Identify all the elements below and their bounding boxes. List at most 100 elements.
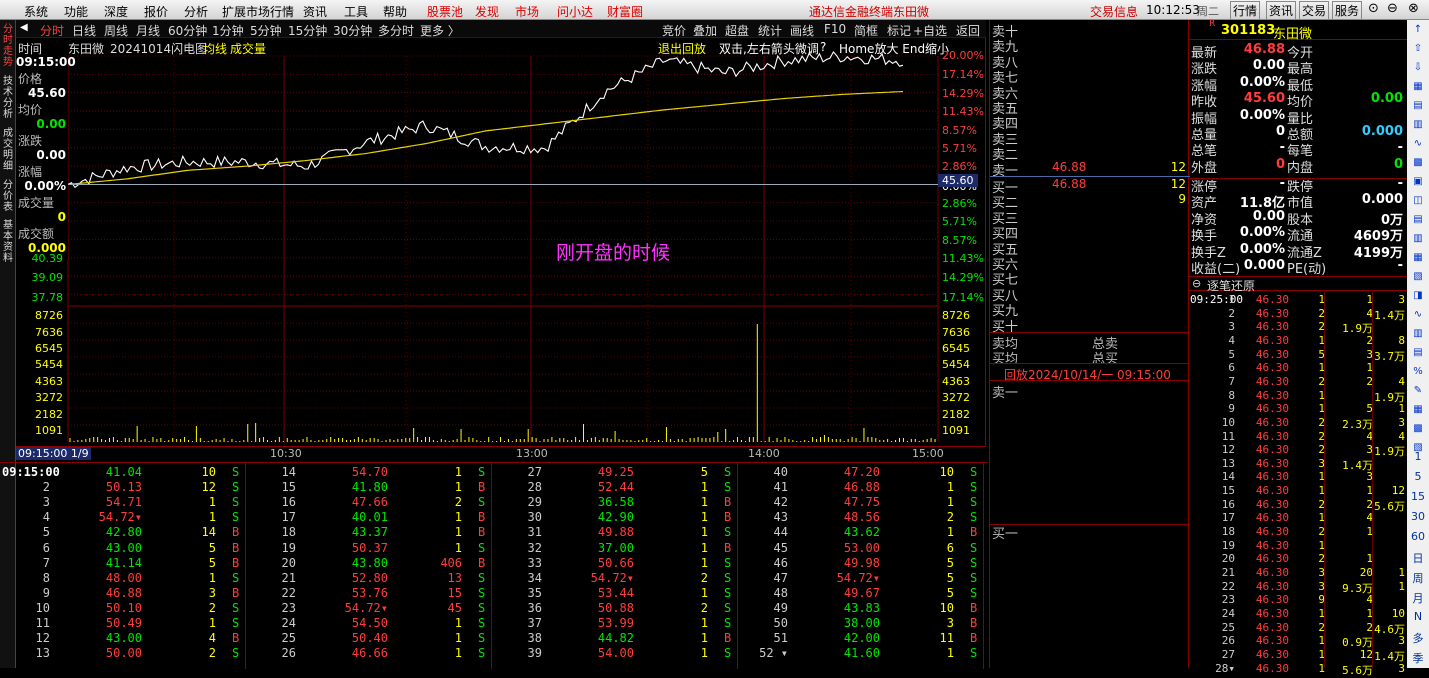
toolbar-tool-icon[interactable]: ∿ (1409, 309, 1427, 323)
period-shortcut[interactable]: 30 (1409, 510, 1427, 524)
trade-button[interactable]: 交易 (1299, 1, 1330, 20)
nav-trades[interactable]: 成交明细 (1, 128, 15, 172)
tab-auction[interactable]: 竞价 (662, 22, 686, 39)
toolbar-tool-icon[interactable]: ▤ (1409, 347, 1427, 361)
toolbar-tool-icon[interactable]: ▣ (1409, 176, 1427, 190)
toolbar-tool-icon[interactable]: ▥ (1409, 328, 1427, 342)
toolbar-tool-icon[interactable]: ↑ (1409, 24, 1427, 38)
menu-item-discover[interactable]: 发现 (475, 3, 499, 20)
toolbar-tool-icon[interactable]: ⇧ (1409, 43, 1427, 57)
tick-volume: 2 (946, 510, 954, 525)
tab-draw[interactable]: 画线 (790, 22, 814, 39)
toolbar-tool-icon[interactable]: ▥ (1409, 233, 1427, 247)
menu-item[interactable]: 工具 (344, 3, 368, 20)
tab-back[interactable]: 返回 (956, 22, 980, 39)
toolbar-tool-icon[interactable]: ◫ (1409, 195, 1427, 209)
help-mark[interactable]: ? (820, 40, 826, 54)
tick-side: B (232, 540, 240, 555)
menu-item[interactable]: 深度 (104, 3, 128, 20)
tab-60min[interactable]: 60分钟 (168, 22, 207, 39)
nav-basic-info[interactable]: 基本资料 (1, 220, 15, 264)
toolbar-tool-icon[interactable]: ▦ (1409, 81, 1427, 95)
tab-stats[interactable]: 统计 (758, 22, 782, 39)
tab-5min[interactable]: 5分钟 (250, 22, 282, 39)
toolbar-tool-icon[interactable]: ▦ (1409, 404, 1427, 418)
menu-item[interactable]: 分析 (184, 3, 208, 20)
tab-1min[interactable]: 1分钟 (212, 22, 244, 39)
period-shortcut[interactable]: 1 (1409, 450, 1427, 464)
toolbar-tool-icon[interactable]: ▩ (1409, 157, 1427, 171)
nav-technical[interactable]: 技术分析 (1, 76, 15, 120)
tab-monthly[interactable]: 月线 (136, 22, 160, 39)
nav-intraday[interactable]: 分时走势 (1, 24, 15, 68)
tab-simple[interactable]: 简框 (854, 22, 878, 39)
toolbar-tool-icon[interactable]: ✎ (1409, 385, 1427, 399)
period-shortcut[interactable]: 季 (1409, 650, 1427, 665)
trade-index: 15 (1221, 484, 1235, 498)
toolbar-tool-icon[interactable]: ▧ (1409, 271, 1427, 285)
tab-multi[interactable]: 多分时 (378, 22, 414, 39)
intraday-chart[interactable]: 时间 东田微 20241014闪电图 均线 成交量 退出回放 双击,左右箭头微调… (16, 38, 986, 460)
menu-item[interactable]: 功能 (64, 3, 88, 20)
tab-weekly[interactable]: 周线 (104, 22, 128, 39)
period-shortcut[interactable]: 15 (1409, 490, 1427, 504)
tick-row: 6 43.00 5 B (0, 541, 246, 556)
menu-item[interactable]: 扩展市场行情 (222, 3, 294, 20)
menu-item-stockpool[interactable]: 股票池 (427, 3, 463, 20)
tab-more[interactable]: 更多 〉 (420, 22, 460, 39)
period-shortcut[interactable]: 月 (1409, 590, 1427, 605)
tab-intraday[interactable]: 分时 (40, 22, 64, 39)
menu-item[interactable]: 报价 (144, 3, 168, 20)
stock-code: 301183 (1221, 23, 1276, 38)
period-shortcut[interactable]: 周 (1409, 570, 1427, 585)
tab-overlay[interactable]: 叠加 (693, 22, 717, 39)
trade-info-button[interactable]: 交易信息 (1090, 3, 1138, 20)
menu-item[interactable]: 系统 (24, 3, 48, 20)
menu-item-market[interactable]: 市场 (515, 3, 539, 20)
trade-index: 26 (1221, 634, 1235, 648)
toolbar-tool-icon[interactable]: ▩ (1409, 423, 1427, 437)
news-button[interactable]: 资讯 (1266, 1, 1297, 20)
collapse-icon[interactable]: ⊖ (1192, 277, 1201, 290)
nav-price-table[interactable]: 分价表 (1, 180, 15, 214)
tab-f10[interactable]: F10 (824, 22, 846, 36)
tab-super[interactable]: 超盘 (725, 22, 749, 39)
menu-item-wealth[interactable]: 财富圈 (607, 3, 643, 20)
toolbar-tool-icon[interactable]: % (1409, 366, 1427, 380)
period-shortcut[interactable]: 5 (1409, 470, 1427, 484)
toolbar-tool-icon[interactable]: ∿ (1409, 138, 1427, 152)
service-button[interactable]: 服务 (1332, 1, 1363, 20)
menu-item[interactable]: 帮助 (383, 3, 407, 20)
tick-row: 48 49.67 5 S (738, 586, 984, 601)
menu-item[interactable]: 资讯 (303, 3, 327, 20)
tick-column: 40 47.20 10 S 41 46.88 1 S 42 47.75 1 S 43 48.56 2 S 44 4… (738, 463, 984, 669)
toolbar-tool-icon[interactable]: ◨ (1409, 290, 1427, 304)
toolbar-tool-icon[interactable]: ▦ (1409, 252, 1427, 266)
period-shortcut[interactable]: 多 (1409, 630, 1427, 645)
period-shortcut[interactable]: 日 (1409, 550, 1427, 565)
tab-15min[interactable]: 15分钟 (288, 22, 327, 39)
period-shortcut[interactable]: N (1409, 610, 1427, 624)
help-icon[interactable]: ⊙ (1368, 1, 1379, 16)
tab-mark[interactable]: 标记 (887, 22, 911, 39)
toolbar-tool-icon[interactable]: ▥ (1409, 119, 1427, 133)
tick-price: 50.49 (105, 616, 142, 630)
period-shortcut[interactable]: 60 (1409, 530, 1427, 544)
close-icon[interactable]: ⊗ (1408, 1, 1419, 16)
toolbar-tool-icon[interactable]: ▤ (1409, 100, 1427, 114)
menu-item-xiaoda[interactable]: 问小达 (557, 3, 593, 20)
trade-queue-b: 4 (1398, 429, 1405, 443)
bid-level: 买四 (990, 223, 1190, 242)
tick-row: 50 38.00 3 B (738, 616, 984, 631)
minimize-icon[interactable]: ⊖ (1387, 1, 1398, 16)
tab-add-fav[interactable]: +自选 (913, 22, 947, 39)
toolbar-tool-icon[interactable]: ▤ (1409, 214, 1427, 228)
tab-30min[interactable]: 30分钟 (333, 22, 372, 39)
tick-side: S (478, 465, 486, 479)
tab-daily[interactable]: 日线 (72, 22, 96, 39)
bid-level: 买十 (990, 316, 1190, 335)
quote-button[interactable]: 行情 (1230, 1, 1261, 20)
exit-replay-button[interactable]: 退出回放 (658, 40, 706, 57)
toolbar-tool-icon[interactable]: ⇩ (1409, 62, 1427, 76)
tick-row: 4 54.72▾ 1 S (0, 510, 246, 525)
